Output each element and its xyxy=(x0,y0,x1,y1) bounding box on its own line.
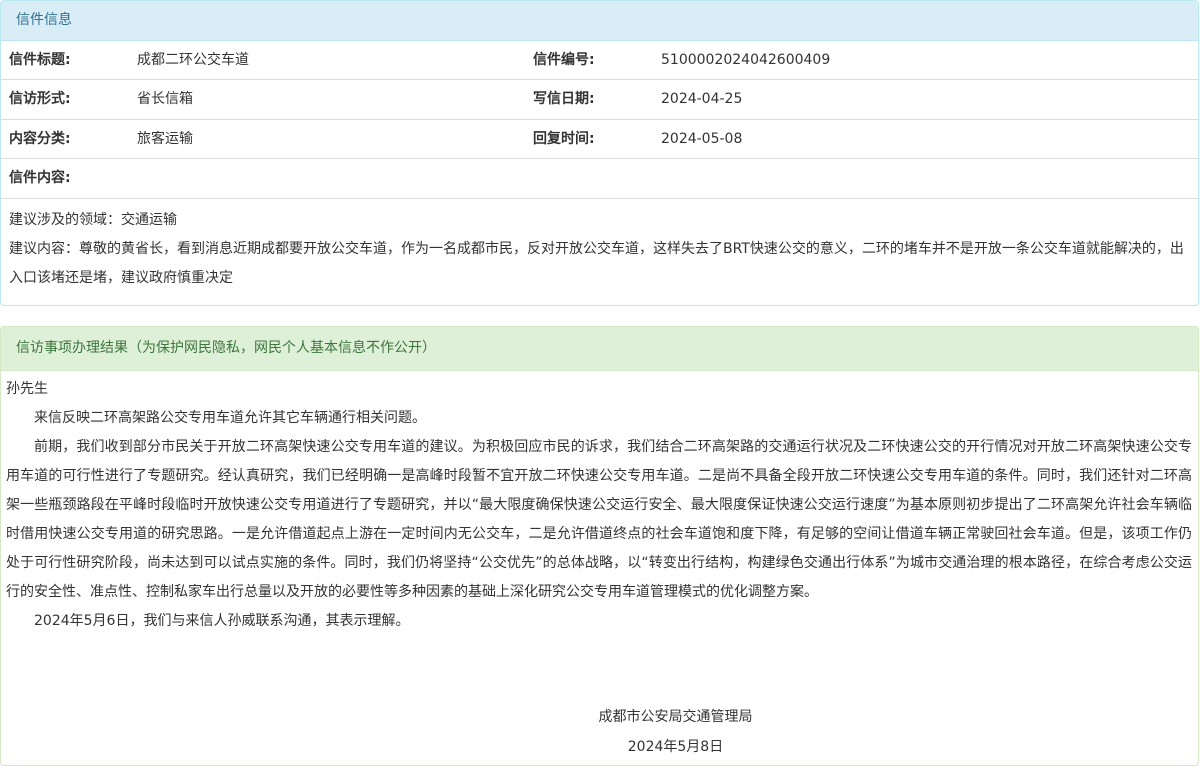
info-row-category: 内容分类: 旅客运输 回复时间: 2024-05-08 xyxy=(1,120,1198,160)
info-row-title: 信件标题: 成都二环公交车道 信件编号: 5100002024042600409 xyxy=(1,41,1198,81)
info-row-form: 信访形式: 省长信箱 写信日期: 2024-04-25 xyxy=(1,80,1198,120)
letter-number-label: 信件编号: xyxy=(533,52,595,68)
letter-info-panel: 信件信息 信件标题: 成都二环公交车道 信件编号: 51000020240426… xyxy=(0,0,1199,306)
info-row-content: 信件内容: xyxy=(1,159,1198,199)
letter-title-label: 信件标题: xyxy=(9,52,71,68)
letter-content-label: 信件内容: xyxy=(9,170,71,187)
reply-result-heading: 信访事项办理结果（为保护网民隐私，网民个人基本信息不作公开） xyxy=(1,327,1198,371)
letter-title-value: 成都二环公交车道 xyxy=(137,52,249,68)
reply-paragraph: 前期，我们收到部分市民关于开放二环高架快速公交专用车道的建议。为积极回应市民的诉… xyxy=(6,439,1192,600)
write-date-value: 2024-04-25 xyxy=(661,91,743,108)
reply-paragraph: 来信反映二环高架路公交专用车道允许其它车辆通行相关问题。 xyxy=(34,410,426,426)
letter-info-heading: 信件信息 xyxy=(1,1,1198,41)
reply-body: 孙先生 来信反映二环高架路公交专用车道允许其它车辆通行相关问题。 前期，我们收到… xyxy=(1,371,1198,636)
reply-signature-org: 成都市公安局交通管理局 xyxy=(598,709,753,725)
letter-content-body: 建议涉及的领域：交通运输 建议内容：尊敬的黄省长，看到消息近期成都要开放公交车道… xyxy=(1,199,1198,293)
reply-time-label: 回复时间: xyxy=(533,130,595,147)
letter-content-text: 建议内容：尊敬的黄省长，看到消息近期成都要开放公交车道，作为一名成都市民，反对开… xyxy=(9,240,1184,286)
letter-number-value: 5100002024042600409 xyxy=(661,52,831,68)
letter-content-domain: 建议涉及的领域：交通运输 xyxy=(9,211,177,228)
reply-paragraph: 2024年5月6日，我们与来信人孙威联系沟通，其表示理解。 xyxy=(34,613,410,629)
write-date-label: 写信日期: xyxy=(533,91,595,108)
petition-form-label: 信访形式: xyxy=(9,91,71,108)
reply-result-panel: 信访事项办理结果（为保护网民隐私，网民个人基本信息不作公开） 孙先生 来信反映二… xyxy=(0,326,1199,766)
content-category-value: 旅客运输 xyxy=(137,130,193,147)
content-category-label: 内容分类: xyxy=(9,130,71,147)
reply-time-value: 2024-05-08 xyxy=(661,130,743,147)
reply-salutation: 孙先生 xyxy=(6,381,48,397)
petition-form-value: 省长信箱 xyxy=(137,91,193,108)
reply-signature-date: 2024年5月8日 xyxy=(627,739,724,755)
